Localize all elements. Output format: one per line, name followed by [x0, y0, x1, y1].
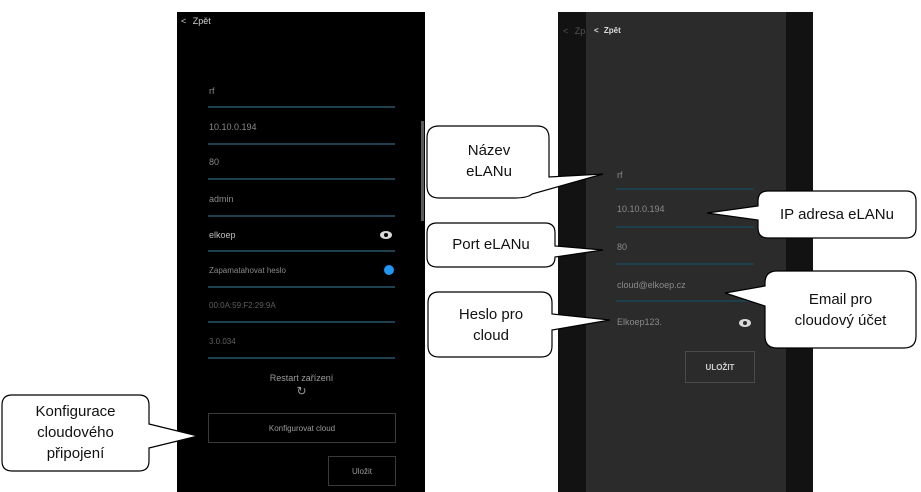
callout-line: Konfigurace	[35, 403, 116, 420]
callout-email-text: Email pro cloudový účet	[765, 289, 916, 331]
callout-name-text: Název eLANu	[430, 140, 548, 182]
callout-port-text: Port eLANu	[452, 236, 530, 253]
callout-line: cloud	[473, 327, 509, 344]
callout-heslo-text: Heslo pro cloud	[430, 304, 552, 346]
callout-line: Název	[467, 142, 511, 159]
callout-line: připojení	[46, 445, 105, 462]
callout-line: Email pro	[808, 291, 873, 308]
callout-line: cloudový účet	[794, 312, 887, 329]
callout-ip-text: IP adresa eLANu	[780, 206, 894, 223]
callout-line: cloudového	[37, 424, 114, 441]
callout-config-text: Konfigurace cloudového připojení	[2, 401, 149, 464]
callout-line: Heslo pro	[458, 306, 524, 323]
callout-line: eLANu	[466, 163, 512, 180]
